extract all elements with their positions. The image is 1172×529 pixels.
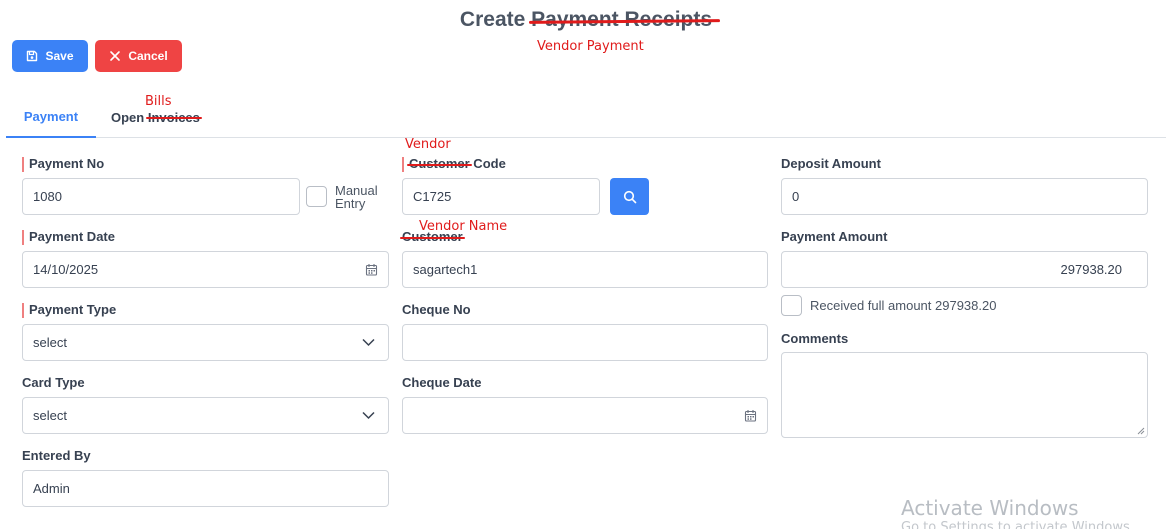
payment-type-value: select — [33, 335, 67, 350]
customer-input[interactable]: sagartech1 — [402, 251, 768, 288]
tab-payment-label: Payment — [23, 108, 79, 124]
entered-by-value: Admin — [33, 481, 70, 496]
tab-payment[interactable]: Payment — [6, 96, 96, 138]
save-button-label: Save — [45, 49, 74, 63]
save-icon — [27, 50, 38, 62]
calendar-icon[interactable] — [744, 409, 757, 422]
customer-value: sagartech1 — [413, 262, 478, 277]
save-button[interactable]: Save — [12, 40, 88, 72]
manual-entry-label-line2: Entry — [335, 196, 366, 211]
cheque-no-input[interactable] — [402, 324, 768, 361]
cancel-button[interactable]: Cancel — [95, 40, 182, 72]
payment-date-label: Payment Date — [22, 229, 115, 245]
search-icon — [623, 190, 636, 203]
payment-amount-value: 297938.20 — [1060, 262, 1122, 277]
title-annotation: Vendor Payment — [537, 39, 644, 54]
cheque-no-label: Cheque No — [402, 302, 471, 317]
customer-search-button[interactable] — [610, 178, 649, 215]
customer-label: Customer — [400, 229, 465, 244]
payment-no-input[interactable]: 1080 — [22, 178, 300, 215]
card-type-label: Card Type — [22, 375, 85, 390]
page-title-prefix: Create — [459, 8, 526, 31]
payment-no-label: Payment No — [22, 156, 104, 172]
payment-type-label: Payment Type — [22, 302, 116, 318]
card-type-value: select — [33, 408, 67, 423]
payment-type-select[interactable]: select — [22, 324, 389, 361]
chevron-down-icon — [362, 411, 375, 420]
received-full-label: Received full amount 297938.20 — [810, 298, 997, 313]
payment-date-input[interactable]: 14/10/2025 — [22, 251, 389, 288]
page-title-struck: Payment Receipts — [531, 8, 713, 31]
entered-by-label: Entered By — [22, 448, 91, 463]
customer-code-label-struck: Customer — [407, 156, 472, 171]
customer-code-value: C1725 — [413, 189, 452, 204]
deposit-amount-input[interactable]: 0 — [781, 178, 1148, 215]
cheque-date-input[interactable] — [402, 397, 768, 434]
cancel-button-label: Cancel — [128, 49, 168, 63]
payment-date-value: 14/10/2025 — [33, 262, 99, 277]
tab-annotation: Bills — [145, 94, 172, 109]
deposit-amount-label: Deposit Amount — [781, 156, 881, 171]
manual-entry-label: Manual Entry — [335, 184, 378, 210]
customer-code-input[interactable]: C1725 — [402, 178, 600, 215]
customer-code-annotation: Vendor — [405, 137, 451, 152]
customer-code-label-rest: Code — [469, 156, 506, 171]
customer-label-struck: Customer — [400, 229, 465, 244]
activate-windows-watermark: Activate Windows — [901, 496, 1079, 520]
tab-bar: Payment Open Invoices — [6, 96, 1166, 138]
comments-textarea[interactable] — [781, 352, 1148, 438]
card-type-select[interactable]: select — [22, 397, 389, 434]
comments-label: Comments — [781, 331, 849, 346]
customer-code-label: Customer Code — [402, 156, 506, 172]
calendar-icon[interactable] — [365, 263, 378, 276]
page-title: Create Payment Receipts — [0, 8, 1172, 32]
entered-by-input[interactable]: Admin — [22, 470, 389, 507]
payment-no-value: 1080 — [33, 189, 62, 204]
tab-open-struck: Invoices — [145, 109, 202, 125]
activate-windows-hint: Go to Settings to activate Windows. — [901, 520, 1134, 529]
cheque-date-label: Cheque Date — [402, 375, 482, 390]
received-full-checkbox[interactable] — [781, 295, 802, 316]
close-icon — [110, 51, 121, 61]
payment-amount-input[interactable]: 297938.20 — [781, 251, 1148, 288]
chevron-down-icon — [362, 338, 375, 347]
manual-entry-checkbox[interactable] — [306, 186, 327, 207]
resize-handle-icon[interactable] — [1137, 427, 1145, 435]
payment-amount-label: Payment Amount — [781, 229, 888, 244]
deposit-amount-value: 0 — [792, 189, 800, 204]
tab-open-prefix: Open — [111, 109, 145, 125]
